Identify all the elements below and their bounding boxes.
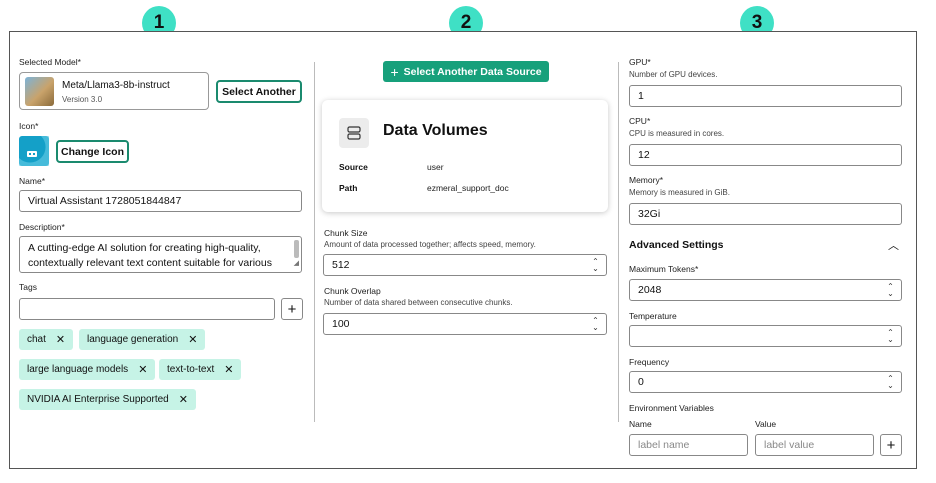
tag-chip-nvidia-ai-enterprise: NVIDIA AI Enterprise Supported ✕	[19, 389, 196, 410]
source-key: Source	[339, 162, 368, 172]
add-tag-button[interactable]: +	[281, 298, 303, 320]
frequency-input[interactable]: 0 ⌃ ⌄	[629, 371, 902, 393]
cpu-label: CPU*	[629, 116, 651, 126]
selected-model-card: Meta/Llama3-8b-instruct Version 3.0	[19, 72, 209, 110]
tags-label: Tags	[19, 282, 37, 292]
tag-chip-chat: chat ✕	[19, 329, 74, 350]
column-divider-1	[314, 62, 315, 422]
memory-label: Memory*	[629, 175, 664, 185]
gpu-input[interactable]: 1	[629, 85, 902, 107]
frequency-label: Frequency	[629, 357, 670, 367]
model-avatar	[25, 77, 54, 106]
source-value: user	[427, 162, 444, 172]
stepper-icon[interactable]: ⌃ ⌄	[886, 329, 895, 344]
selected-model-label: Selected Model*	[19, 57, 81, 67]
env-value-input[interactable]: label value	[755, 434, 874, 456]
environment-variables-label: Environment Variables	[629, 403, 714, 413]
change-icon-button[interactable]: Change Icon	[56, 140, 129, 163]
temperature-label: Temperature	[629, 311, 677, 321]
column-divider-2	[618, 62, 619, 422]
tag-chip-language-generation: language generation ✕	[79, 329, 206, 350]
chunk-size-label: Chunk Size	[324, 228, 368, 238]
tag-chip-text-to-text: text-to-text ✕	[159, 359, 242, 380]
model-version: Version 3.0	[62, 95, 103, 104]
memory-input[interactable]: 32Gi	[629, 203, 902, 225]
env-name-header: Name	[629, 419, 652, 429]
cpu-help: CPU is measured in cores.	[629, 129, 725, 138]
path-value: ezmeral_support_doc	[427, 183, 509, 193]
description-line-1: A cutting-edge AI solution for creating …	[28, 242, 261, 254]
chevron-up-icon[interactable]: ︿	[888, 237, 899, 253]
select-another-button[interactable]: Select Another	[216, 80, 302, 103]
select-another-data-source-button[interactable]: + Select Another Data Source	[383, 61, 549, 82]
name-input[interactable]: Virtual Assistant 1728051844847	[19, 190, 302, 212]
icon-label: Icon*	[19, 121, 39, 131]
advanced-settings-title[interactable]: Advanced Settings	[629, 239, 724, 251]
chunk-overlap-label: Chunk Overlap	[324, 286, 381, 296]
remove-tag-icon[interactable]: ✕	[179, 393, 188, 406]
stepper-icon[interactable]: ⌃ ⌄	[886, 283, 895, 298]
chunk-size-input[interactable]: 512 ⌃ ⌄	[323, 254, 607, 276]
textarea-resize-handle[interactable]: ◢	[294, 256, 299, 271]
data-volumes-card: Data Volumes Source user Path ezmeral_su…	[322, 100, 608, 212]
chunk-overlap-help: Number of data shared between consecutiv…	[324, 298, 513, 307]
path-key: Path	[339, 183, 358, 193]
cpu-input[interactable]: 12	[629, 144, 902, 166]
name-label: Name*	[19, 176, 45, 186]
description-label: Description*	[19, 222, 65, 232]
memory-help: Memory is measured in GiB.	[629, 188, 730, 197]
remove-tag-icon[interactable]: ✕	[138, 363, 147, 376]
tags-input[interactable]	[19, 298, 275, 320]
remove-tag-icon[interactable]: ✕	[56, 333, 65, 346]
model-name: Meta/Llama3-8b-instruct	[62, 80, 170, 91]
storage-icon	[339, 118, 369, 148]
gpu-help: Number of GPU devices.	[629, 70, 718, 79]
add-env-variable-button[interactable]: +	[880, 434, 902, 456]
max-tokens-input[interactable]: 2048 ⌃ ⌄	[629, 279, 902, 301]
remove-tag-icon[interactable]: ✕	[224, 363, 233, 376]
stepper-icon[interactable]: ⌃ ⌄	[886, 375, 895, 390]
plus-icon: +	[390, 63, 399, 80]
chunk-size-help: Amount of data processed together; affec…	[324, 240, 536, 249]
data-volumes-title: Data Volumes	[383, 122, 488, 139]
remove-tag-icon[interactable]: ✕	[188, 333, 197, 346]
temperature-input[interactable]: ⌃ ⌄	[629, 325, 902, 347]
env-name-input[interactable]: label name	[629, 434, 748, 456]
description-line-2: contextually relevant text content suita…	[28, 257, 272, 269]
tag-chip-large-language-models: large language models ✕	[19, 359, 156, 380]
assistant-icon	[19, 136, 49, 166]
env-value-header: Value	[755, 419, 777, 429]
gpu-label: GPU*	[629, 57, 651, 67]
description-textarea[interactable]: A cutting-edge AI solution for creating …	[19, 236, 302, 273]
max-tokens-label: Maximum Tokens*	[629, 264, 699, 274]
stepper-icon[interactable]: ⌃ ⌄	[591, 317, 600, 332]
chunk-overlap-input[interactable]: 100 ⌃ ⌄	[323, 313, 607, 335]
form-frame: Selected Model* Meta/Llama3-8b-instruct …	[9, 31, 917, 469]
stepper-icon[interactable]: ⌃ ⌄	[591, 258, 600, 273]
